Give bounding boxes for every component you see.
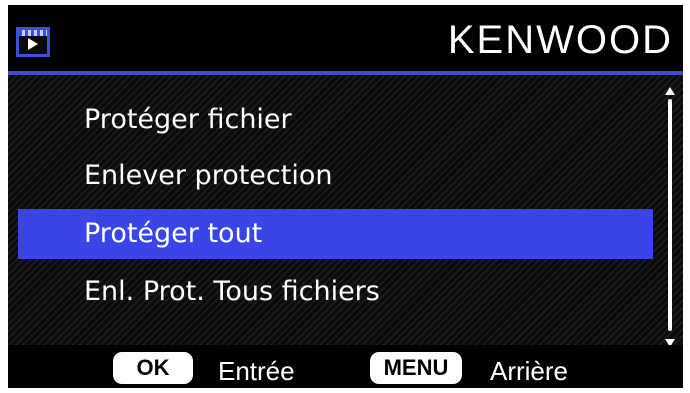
menu-item-unprotect-all-files[interactable]: Enl. Prot. Tous fichiers	[18, 267, 653, 317]
menu-item-protect-all[interactable]: Protéger tout	[18, 209, 653, 259]
ok-action-label: Entrée	[218, 356, 295, 386]
menu-item-remove-protection[interactable]: Enlever protection	[18, 151, 653, 201]
scrollbar-track	[668, 99, 672, 331]
footer-bar: OK Entrée MENU Arrière	[8, 345, 683, 388]
ok-button[interactable]: OK	[113, 352, 193, 384]
menu-item-protect-file[interactable]: Protéger fichier	[18, 95, 653, 145]
dashcam-screen: KENWOOD Protéger fichier Enlever protect…	[8, 5, 683, 388]
playback-icon	[16, 27, 50, 57]
header-bar: KENWOOD	[8, 5, 683, 71]
brand-logo: KENWOOD	[447, 18, 673, 62]
menu-button[interactable]: MENU	[370, 352, 462, 384]
menu-scrollbar[interactable]	[663, 87, 677, 347]
header-divider	[8, 71, 683, 75]
menu-action-label: Arrière	[490, 356, 569, 386]
scroll-up-arrow-icon	[665, 87, 675, 95]
